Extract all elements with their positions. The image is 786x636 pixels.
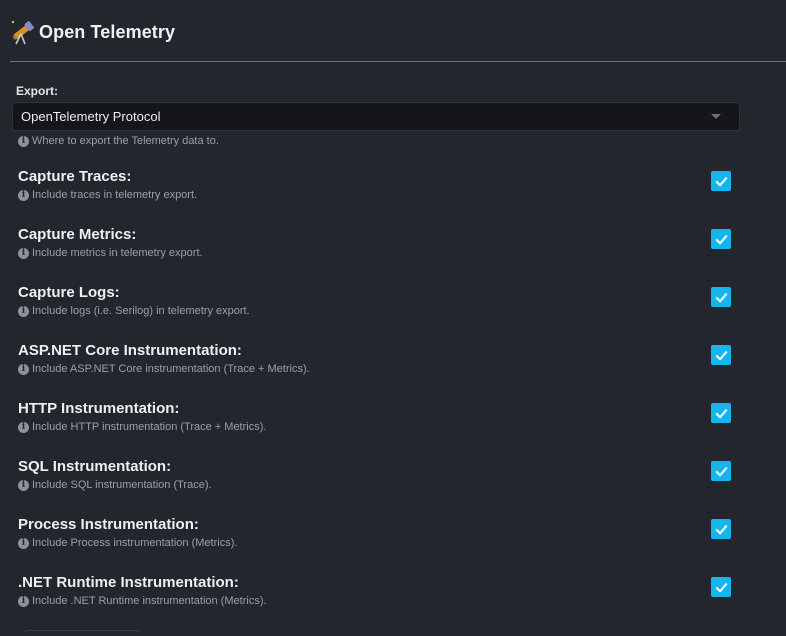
option-hint: i Include .NET Runtime instrumentation (… <box>18 595 267 607</box>
dotnet-runtime-instrumentation-checkbox[interactable] <box>711 577 731 597</box>
checkmark-icon <box>715 234 727 244</box>
option-hint: i Include SQL instrumentation (Trace). <box>18 479 212 491</box>
checkmark-icon <box>715 350 727 360</box>
option-hint-text: Include Process instrumentation (Metrics… <box>32 537 238 549</box>
export-label: Export: <box>16 84 58 98</box>
option-capture-traces: Capture Traces: i Include traces in tele… <box>18 168 738 208</box>
open-telemetry-settings-panel: Open Telemetry Export: OpenTelemetry Pro… <box>0 0 786 636</box>
option-hint-text: Include .NET Runtime instrumentation (Me… <box>32 595 267 607</box>
sql-instrumentation-checkbox[interactable] <box>711 461 731 481</box>
info-icon: i <box>18 537 29 549</box>
panel-header: Open Telemetry <box>10 17 175 47</box>
checkmark-icon <box>715 582 727 592</box>
option-title: Capture Logs: <box>18 284 120 301</box>
option-title: .NET Runtime Instrumentation: <box>18 574 239 591</box>
telescope-icon <box>11 20 35 45</box>
checkmark-icon <box>715 292 727 302</box>
option-hint-text: Include logs (i.e. Serilog) in telemetry… <box>32 305 250 317</box>
info-icon: i <box>18 247 29 259</box>
header-divider <box>10 61 786 62</box>
option-title: HTTP Instrumentation: <box>18 400 180 417</box>
chevron-down-icon <box>711 114 721 119</box>
option-hint: i Include Process instrumentation (Metri… <box>18 537 237 549</box>
capture-traces-checkbox[interactable] <box>711 171 731 191</box>
option-capture-metrics: Capture Metrics: i Include metrics in te… <box>18 226 738 266</box>
info-icon: i <box>18 421 29 433</box>
info-icon: i <box>18 479 29 491</box>
option-hint-text: Include ASP.NET Core instrumentation (Tr… <box>32 363 310 375</box>
page-title: Open Telemetry <box>39 21 176 42</box>
info-icon: i <box>18 305 29 317</box>
option-title: Capture Traces: <box>18 168 132 185</box>
info-icon: i <box>18 595 29 607</box>
next-control-edge <box>22 630 142 636</box>
process-instrumentation-checkbox[interactable] <box>711 519 731 539</box>
option-hint: i Include metrics in telemetry export. <box>18 247 203 259</box>
option-capture-logs: Capture Logs: i Include logs (i.e. Seril… <box>18 284 738 324</box>
info-icon: i <box>18 363 29 375</box>
option-hint: i Include traces in telemetry export. <box>18 189 197 201</box>
option-title: Capture Metrics: <box>18 226 137 243</box>
option-title: ASP.NET Core Instrumentation: <box>18 342 242 359</box>
option-process-instrumentation: Process Instrumentation: i Include Proce… <box>18 516 738 556</box>
option-aspnet-core-instrumentation: ASP.NET Core Instrumentation: i Include … <box>18 342 738 382</box>
export-select[interactable]: OpenTelemetry Protocol <box>12 102 740 131</box>
capture-logs-checkbox[interactable] <box>711 287 731 307</box>
option-title: Process Instrumentation: <box>18 516 199 533</box>
export-hint-text: Where to export the Telemetry data to. <box>32 135 219 147</box>
option-hint-text: Include SQL instrumentation (Trace). <box>32 479 212 491</box>
export-select-value: OpenTelemetry Protocol <box>21 109 161 124</box>
option-hint: i Include ASP.NET Core instrumentation (… <box>18 363 310 375</box>
info-icon: i <box>18 135 29 147</box>
option-hint-text: Include traces in telemetry export. <box>32 189 198 201</box>
option-sql-instrumentation: SQL Instrumentation: i Include SQL instr… <box>18 458 738 498</box>
export-hint: i Where to export the Telemetry data to. <box>18 135 219 147</box>
http-instrumentation-checkbox[interactable] <box>711 403 731 423</box>
option-hint: i Include HTTP instrumentation (Trace + … <box>18 421 266 433</box>
option-dotnet-runtime-instrumentation: .NET Runtime Instrumentation: i Include … <box>18 574 738 614</box>
checkmark-icon <box>715 466 727 476</box>
capture-metrics-checkbox[interactable] <box>711 229 731 249</box>
option-hint-text: Include metrics in telemetry export. <box>32 247 203 259</box>
option-http-instrumentation: HTTP Instrumentation: i Include HTTP ins… <box>18 400 738 440</box>
checkmark-icon <box>715 408 727 418</box>
option-hint: i Include logs (i.e. Serilog) in telemet… <box>18 305 250 317</box>
aspnet-core-instrumentation-checkbox[interactable] <box>711 345 731 365</box>
option-title: SQL Instrumentation: <box>18 458 172 475</box>
option-hint-text: Include HTTP instrumentation (Trace + Me… <box>32 421 267 433</box>
info-icon: i <box>18 189 29 201</box>
checkmark-icon <box>715 524 727 534</box>
checkmark-icon <box>715 176 727 186</box>
